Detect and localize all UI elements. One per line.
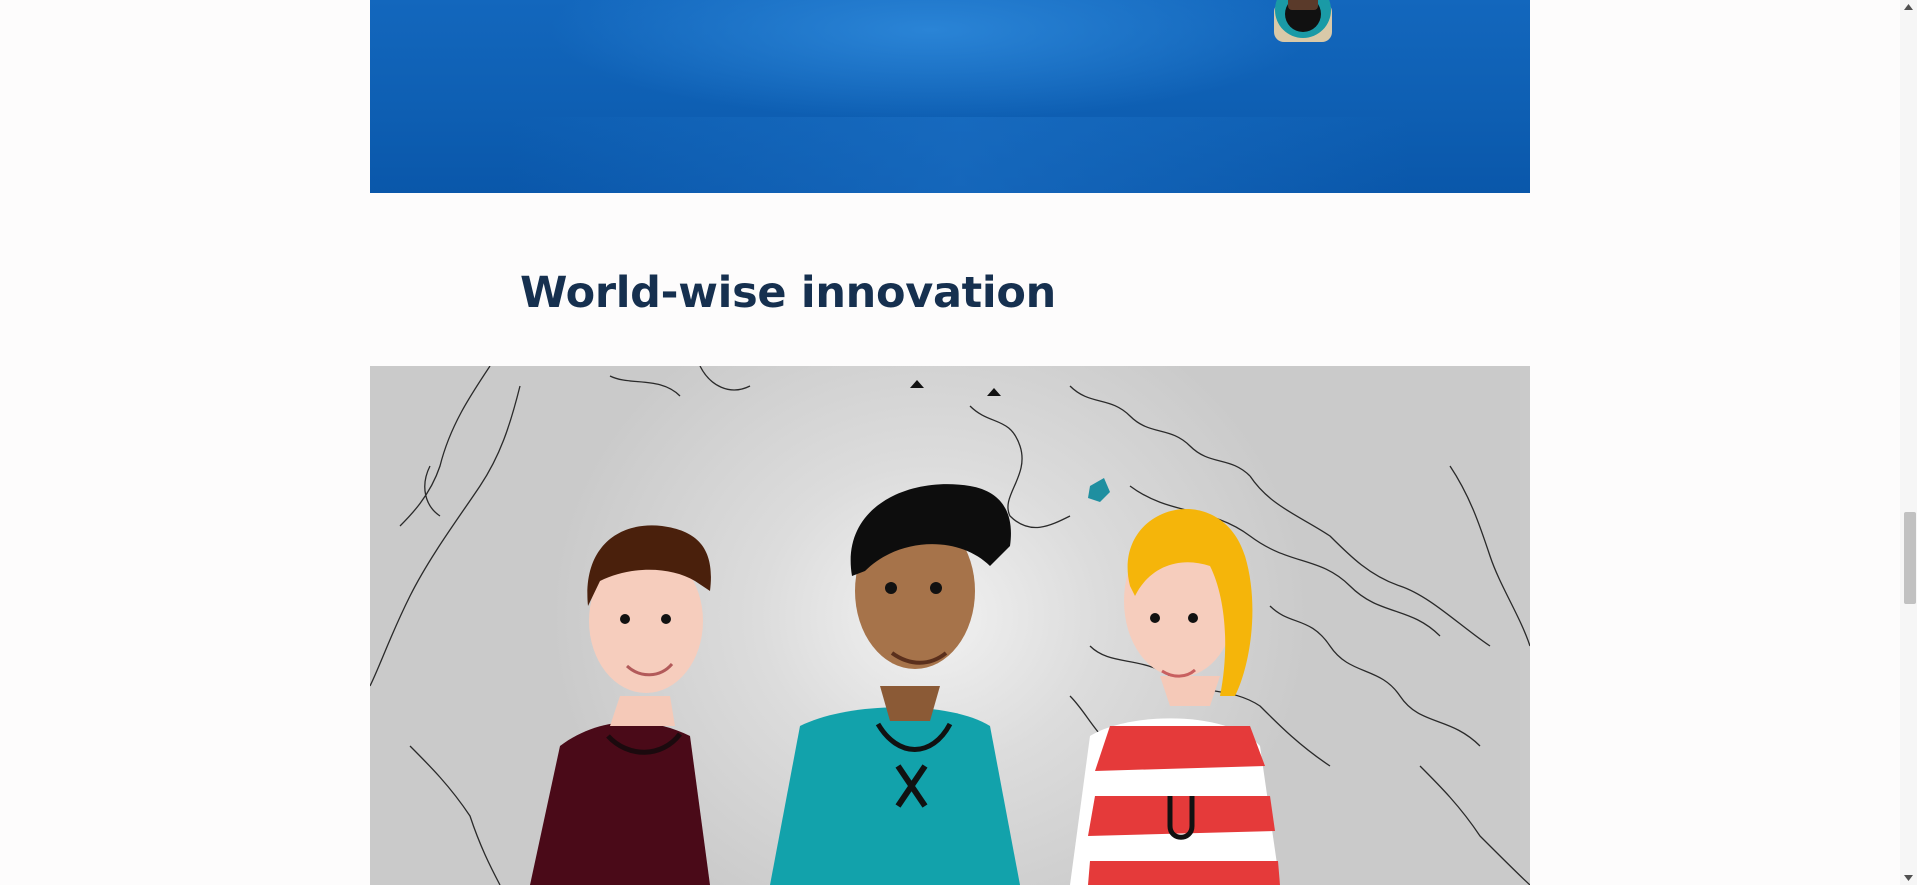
page-scrollbar[interactable] [1900, 0, 1917, 885]
person-right [1070, 508, 1280, 885]
people-world-map-illustration [370, 366, 1530, 885]
map-marker [910, 380, 924, 388]
person-left [530, 525, 711, 885]
section-title: World-wise innovation [520, 268, 1056, 318]
map-marker-2 [987, 388, 1001, 396]
person-center [770, 484, 1020, 885]
chevron-up-icon[interactable] [1900, 0, 1917, 14]
scrollbar-thumb[interactable] [1904, 512, 1916, 604]
netherlands-highlight [1088, 478, 1110, 502]
chevron-down-icon[interactable] [1900, 871, 1917, 885]
hero-band [510, 117, 1410, 193]
person-avatar-icon [1274, 0, 1332, 42]
hero-banner [370, 0, 1530, 193]
